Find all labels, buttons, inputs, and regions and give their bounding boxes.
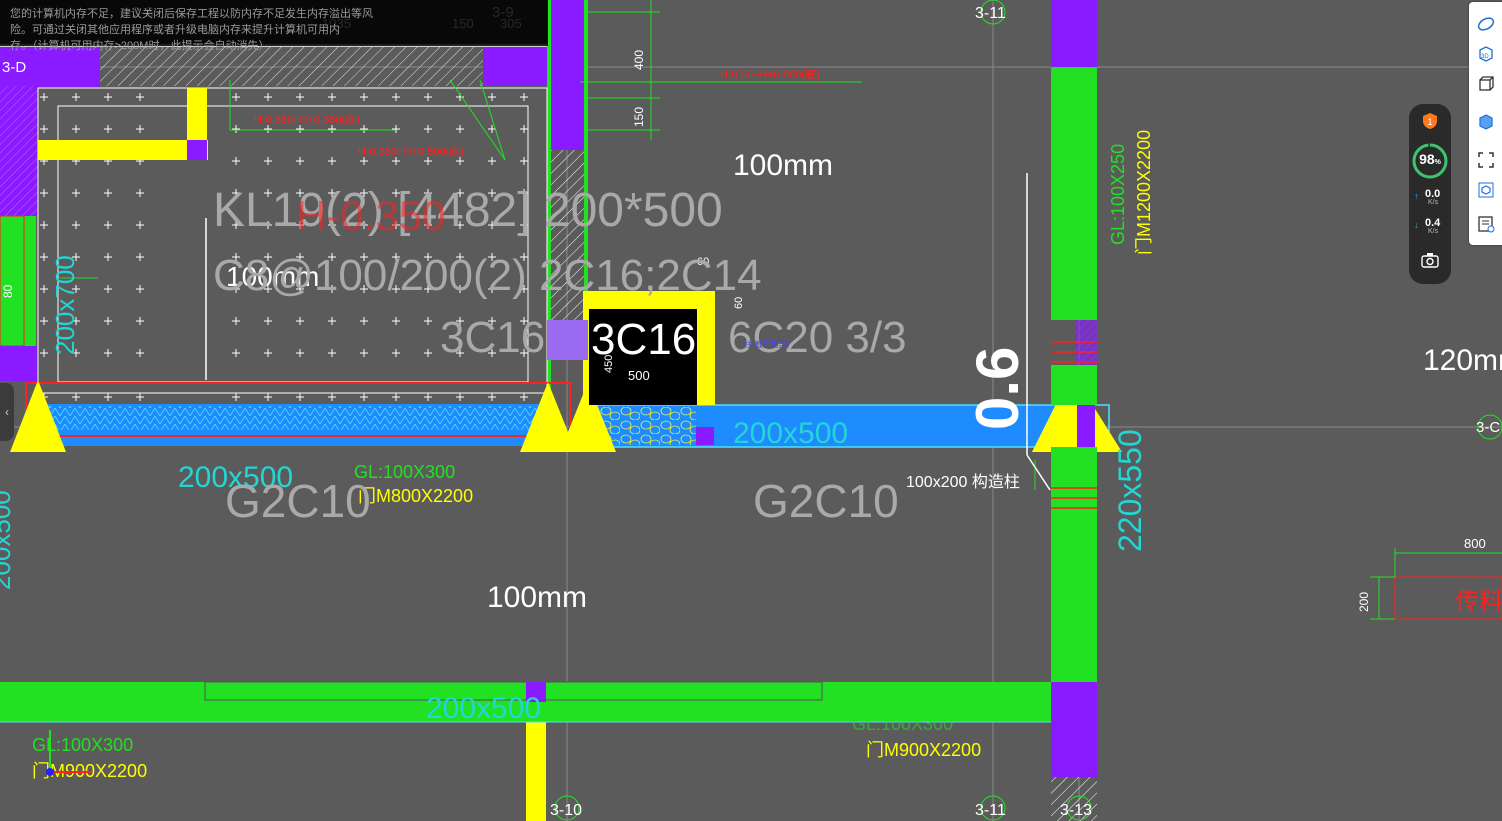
wall-left-edge-hatch [0, 86, 38, 216]
dim-800: 800 [1464, 536, 1486, 551]
yellow-wall-a [38, 140, 208, 160]
slab-thickness-right: 120mm [1423, 344, 1502, 377]
axis-3-c: 3-C [1476, 419, 1500, 436]
view-box-icon[interactable] [1474, 72, 1498, 96]
memory-warning-banner: 您的计算机内存不足，建议关闭后保存工程以防内存不足发生内存溢出等风 险。可通过关… [0, 0, 548, 52]
beam-200x500-b: 200x500 [733, 417, 848, 450]
wall-col-3-9 [547, 0, 588, 150]
camera-icon[interactable] [1420, 250, 1440, 270]
performance-monitor[interactable]: 1 98% ↑ 0.0 K/s ↓ 0.4 K/s [1409, 104, 1451, 284]
column-purple-c [547, 320, 588, 360]
fullscreen-icon[interactable] [1474, 148, 1498, 172]
wall-g2c10-b: G2C10 [753, 475, 899, 527]
wall-left-green [0, 216, 36, 346]
view-toolbar: 3D [1469, 2, 1502, 245]
download-speed: ↓ 0.4 K/s [1414, 217, 1441, 235]
memory-warning-line3: 存。（计算机可用内存>200M时，此提示会自动消失） [10, 40, 270, 52]
axis-3-11-top: 3-11 [975, 5, 1006, 22]
elevation-3: H-0.350~H+0.500(底) [358, 144, 464, 158]
dim-200: 200 [1357, 592, 1371, 612]
purple-mark-a [696, 427, 714, 445]
lintel-100x300-c: GL:100X300 [852, 714, 953, 734]
purple-block-a [187, 140, 207, 160]
beam-200x500-c: 200x500 [426, 692, 541, 725]
wall-left-green-b [0, 346, 38, 381]
slab-thickness-top: 100mm [733, 149, 833, 182]
left-200x500: 200x500 [0, 490, 16, 590]
lintel-100x300-b: GL:100X300 [32, 735, 133, 755]
column-label-small: 柱(截面角部) [744, 339, 790, 349]
elevation-1: H-0.00~H+0.500(底) [720, 67, 820, 81]
memory-warning-line2: 险。可通过关闭其他应用程序或者升级电脑内存来提升计算机可用内 [10, 24, 340, 36]
upload-speed: ↑ 0.0 K/s [1414, 188, 1441, 206]
svg-text:1: 1 [1427, 117, 1432, 127]
pass-window-label: 传料口 [1455, 588, 1502, 615]
left-80: 80 [1, 284, 15, 298]
view-orbit-icon[interactable] [1474, 12, 1498, 36]
lintel-100x250: GL:100X250 [1108, 144, 1128, 245]
wall-3-13-green-b [1051, 365, 1097, 405]
view-solid-icon[interactable] [1474, 110, 1498, 134]
post-100x200: 100x200 构造柱 [906, 473, 1020, 491]
column-220x550: 220x550 [1112, 429, 1148, 552]
left-panel-collapse-handle[interactable]: ‹ [0, 383, 14, 441]
column-200x700: 200x700 [50, 255, 80, 355]
door-800: 门M800X2200 [358, 486, 473, 506]
dim-500: 500 [628, 368, 650, 383]
ratio-0-6: 0.6 [964, 347, 1031, 430]
dim-150-left: 150 [632, 107, 646, 127]
wall-3-13-col [1077, 405, 1095, 447]
column-label-3c16: 3C16 [591, 315, 696, 364]
beam-label-stirrup: C8@100/200(2) 2C16;2C14 [213, 251, 762, 300]
view-3d-icon[interactable]: 3D [1474, 42, 1498, 66]
axis-3-10: 3-10 [550, 802, 582, 819]
yellow-wall-bottom [526, 722, 546, 821]
cpu-usage-value: 98% [1419, 151, 1441, 167]
axis-3-11-bottom: 3-11 [975, 802, 1006, 819]
slab-thickness-bottom: 100mm [487, 581, 587, 614]
view-cube-icon[interactable] [1474, 178, 1498, 202]
beam-blue-left-pattern [38, 406, 548, 430]
axis-3-13: 3-13 [1060, 802, 1092, 819]
report-icon[interactable] [1474, 212, 1498, 236]
elevation-2: H-0.350~H+0.350(底) [254, 112, 360, 126]
wall-3-13-purple-top [1051, 0, 1097, 67]
wall-g2c10-a: G2C10 [225, 475, 371, 527]
leader-white-b [1026, 454, 1051, 491]
wall-3-13-purple-bot [1051, 682, 1097, 777]
beam-label-bottom-b: 6C20 3/3 [728, 313, 907, 362]
door-1200: 门M1200X2200 [1134, 130, 1154, 255]
axis-3-d: 3-D [2, 59, 26, 76]
beam-elevation: H-0.350 [296, 192, 445, 239]
wall-3-13-green [1051, 67, 1097, 320]
memory-warning-line1: 您的计算机内存不足，建议关闭后保存工程以防内存不足发生内存溢出等风 [10, 8, 373, 20]
shield-alert-icon[interactable]: 1 [1422, 112, 1438, 130]
door-900-b: 门M900X2200 [866, 740, 981, 760]
wall-3-13-green-c [1051, 447, 1097, 682]
cad-drawing-canvas[interactable]: 3-8 3-9 3-11 3-D 3-C 3-10 3-11 3-13 1035… [0, 0, 1502, 821]
beam-label-kl19: KL19(2) [4482] 200*500 [213, 184, 723, 237]
dim-400: 400 [632, 50, 646, 70]
beam-label-bottom-a: 3C16 [440, 313, 545, 362]
svg-text:3D: 3D [1481, 54, 1489, 60]
